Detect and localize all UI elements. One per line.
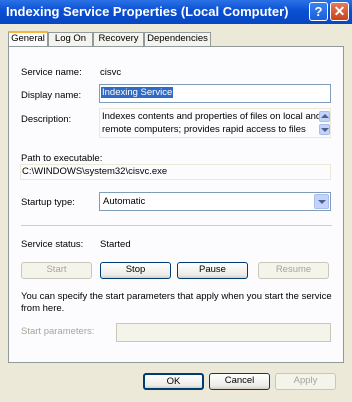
info-text-line-2: from here. — [21, 303, 65, 314]
scroll-up-button[interactable] — [319, 111, 330, 122]
ok-button[interactable]: OK — [143, 373, 204, 390]
resume-button[interactable]: Resume — [258, 262, 329, 279]
startup-type-select[interactable]: Automatic — [99, 192, 331, 211]
chevron-down-icon — [318, 200, 326, 204]
description-field[interactable]: Indexes contents and properties of files… — [99, 108, 331, 138]
help-button[interactable]: ? — [309, 2, 328, 21]
scroll-down-button[interactable] — [319, 124, 330, 135]
cancel-button[interactable]: Cancel — [209, 373, 270, 390]
startup-type-value: Automatic — [103, 196, 146, 207]
display-name-text: Indexing Service — [101, 87, 174, 98]
info-text-line-1: You can specify the start parameters tha… — [21, 291, 332, 302]
path-value: C:\WINDOWS\system32\cisvc.exe — [22, 166, 168, 177]
tab-recovery[interactable]: Recovery — [93, 32, 144, 46]
service-name-value: cisvc — [100, 67, 122, 78]
description-line-1: Indexes contents and properties of files… — [102, 111, 322, 122]
path-field: C:\WINDOWS\system32\cisvc.exe — [20, 164, 331, 180]
pause-button[interactable]: Pause — [177, 262, 248, 279]
tab-dependencies[interactable]: Dependencies — [144, 32, 211, 46]
description-line-2: remote computers; provides rapid access … — [102, 124, 306, 135]
start-parameters-label: Start parameters: — [21, 326, 95, 337]
title-bar: Indexing Service Properties (Local Compu… — [0, 0, 352, 24]
display-name-label: Display name: — [21, 90, 82, 101]
window-title: Indexing Service Properties (Local Compu… — [6, 4, 289, 19]
service-status-label: Service status: — [21, 239, 84, 250]
start-button[interactable]: Start — [21, 262, 92, 279]
arrow-up-icon — [321, 114, 329, 118]
service-name-label: Service name: — [21, 67, 82, 78]
close-button[interactable]: ✕ — [330, 2, 349, 21]
description-label: Description: — [21, 114, 72, 125]
start-parameters-input[interactable] — [116, 323, 331, 342]
startup-type-label: Startup type: — [21, 197, 75, 208]
display-name-field[interactable]: Indexing Service — [99, 84, 331, 103]
tab-log-on[interactable]: Log On — [48, 32, 93, 46]
arrow-down-icon — [321, 128, 329, 132]
apply-button[interactable]: Apply — [275, 373, 336, 390]
path-label: Path to executable: — [21, 153, 103, 164]
service-status-value: Started — [100, 239, 131, 250]
divider-1 — [21, 225, 332, 226]
tab-general[interactable]: General — [8, 31, 48, 47]
stop-button[interactable]: Stop — [100, 262, 171, 279]
dropdown-button[interactable] — [314, 194, 329, 209]
general-panel: Service name: cisvc Display name: Indexi… — [8, 46, 344, 363]
